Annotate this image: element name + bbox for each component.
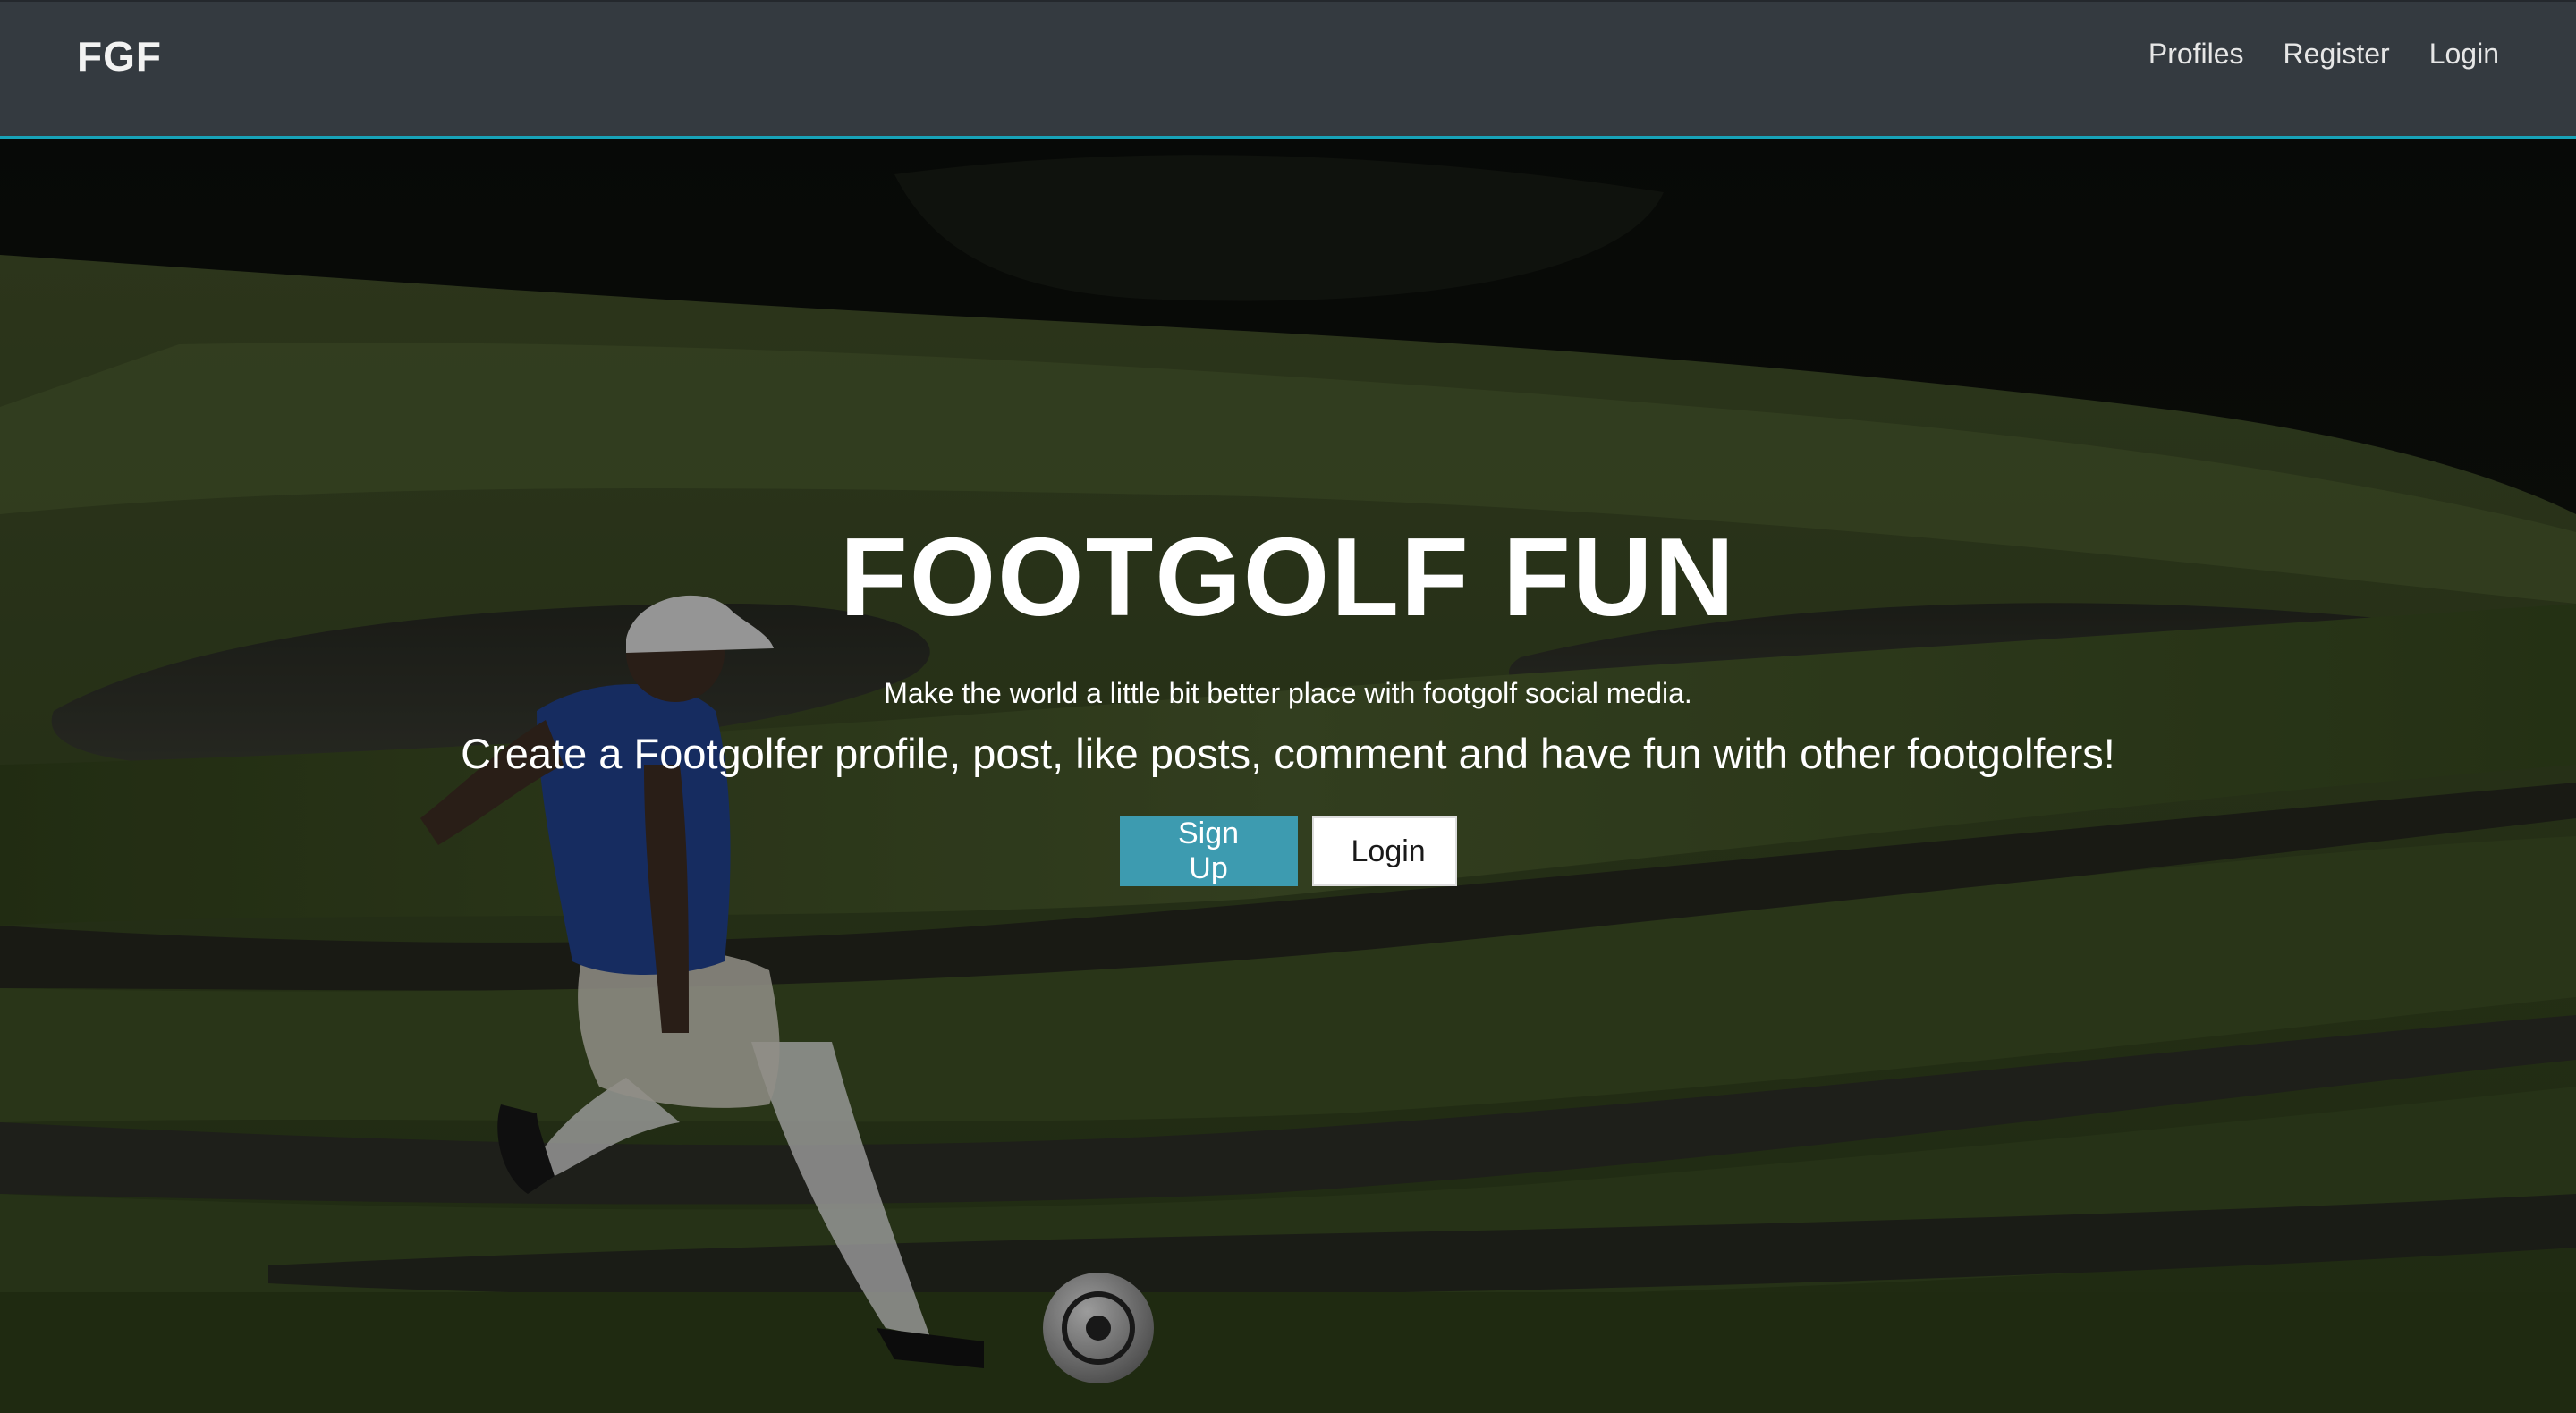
hero-tagline: Create a Footgolfer profile, post, like … [461,730,2115,777]
sign-up-button[interactable]: Sign Up [1119,816,1298,886]
landing-page: FGF Profiles Register Login FOOTGOLF FUN… [0,0,2576,1413]
login-button[interactable]: Login [1311,816,1457,886]
nav-links: Profiles Register Login [2148,38,2499,71]
nav-link-login[interactable]: Login [2429,38,2499,71]
hero-title: FOOTGOLF FUN [839,516,1737,639]
hero-button-row: Sign Up Login [0,816,2576,886]
nav-link-profiles[interactable]: Profiles [2148,38,2244,71]
brand-logo[interactable]: FGF [77,32,162,80]
nav-link-register[interactable]: Register [2284,38,2390,71]
navbar: FGF Profiles Register Login [0,0,2576,139]
hero-subtitle: Make the world a little bit better place… [884,677,1692,709]
hero-section: FOOTGOLF FUN Make the world a little bit… [0,139,2576,1413]
